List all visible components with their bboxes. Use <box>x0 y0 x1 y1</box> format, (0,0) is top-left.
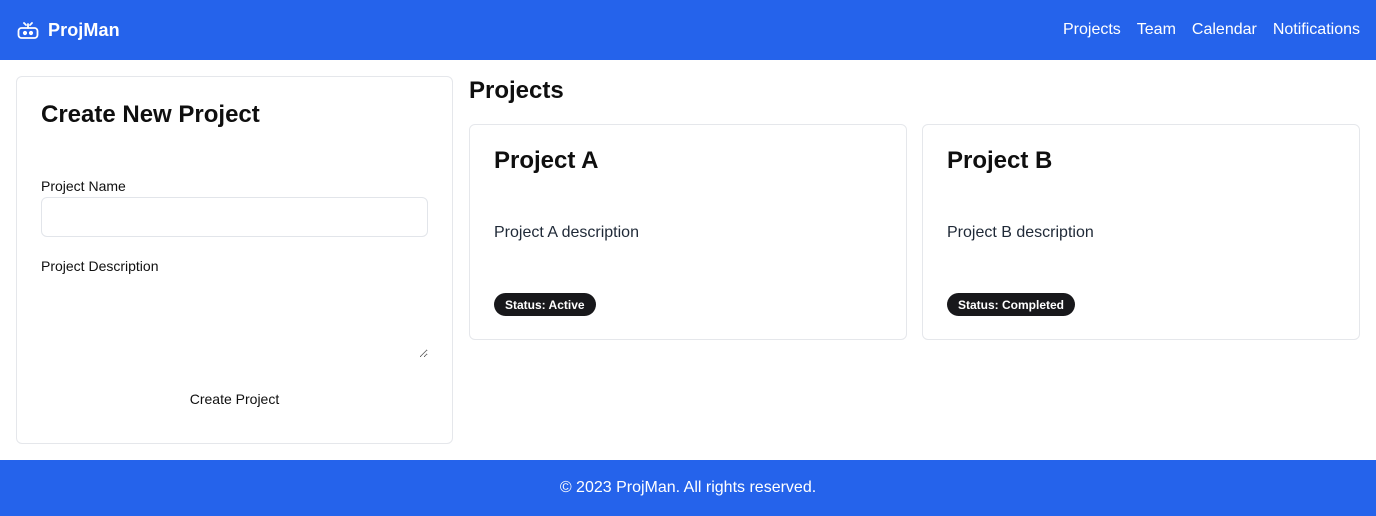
project-name-input[interactable] <box>41 197 428 237</box>
nav-notifications[interactable]: Notifications <box>1273 21 1360 39</box>
projects-heading: Projects <box>469 77 564 104</box>
create-project-panel: Create New Project Project Name Project … <box>16 76 453 444</box>
project-card-title: Project A <box>494 147 599 174</box>
nav-team[interactable]: Team <box>1137 21 1176 39</box>
create-project-title: Create New Project <box>41 101 260 128</box>
status-badge: Status: Active <box>494 293 596 316</box>
brand-name: ProjMan <box>48 19 120 40</box>
main-nav: Projects Team Calendar Notifications <box>1063 21 1360 39</box>
robot-icon <box>16 18 40 42</box>
footer: © 2023 ProjMan. All rights reserved. <box>0 460 1376 516</box>
top-navbar: ProjMan Projects Team Calendar Notificat… <box>0 0 1376 60</box>
project-card-description: Project B description <box>947 224 1094 241</box>
nav-calendar[interactable]: Calendar <box>1192 21 1257 39</box>
status-badge: Status: Completed <box>947 293 1076 316</box>
project-name-label: Project Name <box>41 178 126 194</box>
nav-projects[interactable]: Projects <box>1063 21 1121 39</box>
project-description-textarea[interactable] <box>41 280 428 358</box>
project-card-title: Project B <box>947 147 1053 174</box>
footer-copyright: © 2023 ProjMan. All rights reserved. <box>559 479 817 496</box>
project-description-label: Project Description <box>41 258 159 274</box>
project-card-description: Project A description <box>494 224 639 241</box>
project-card[interactable]: Project B Project B description Status: … <box>922 124 1360 340</box>
create-project-button[interactable]: Create Project <box>41 382 428 416</box>
project-card[interactable]: Project A Project A description Status: … <box>469 124 907 340</box>
brand[interactable]: ProjMan <box>16 18 120 42</box>
